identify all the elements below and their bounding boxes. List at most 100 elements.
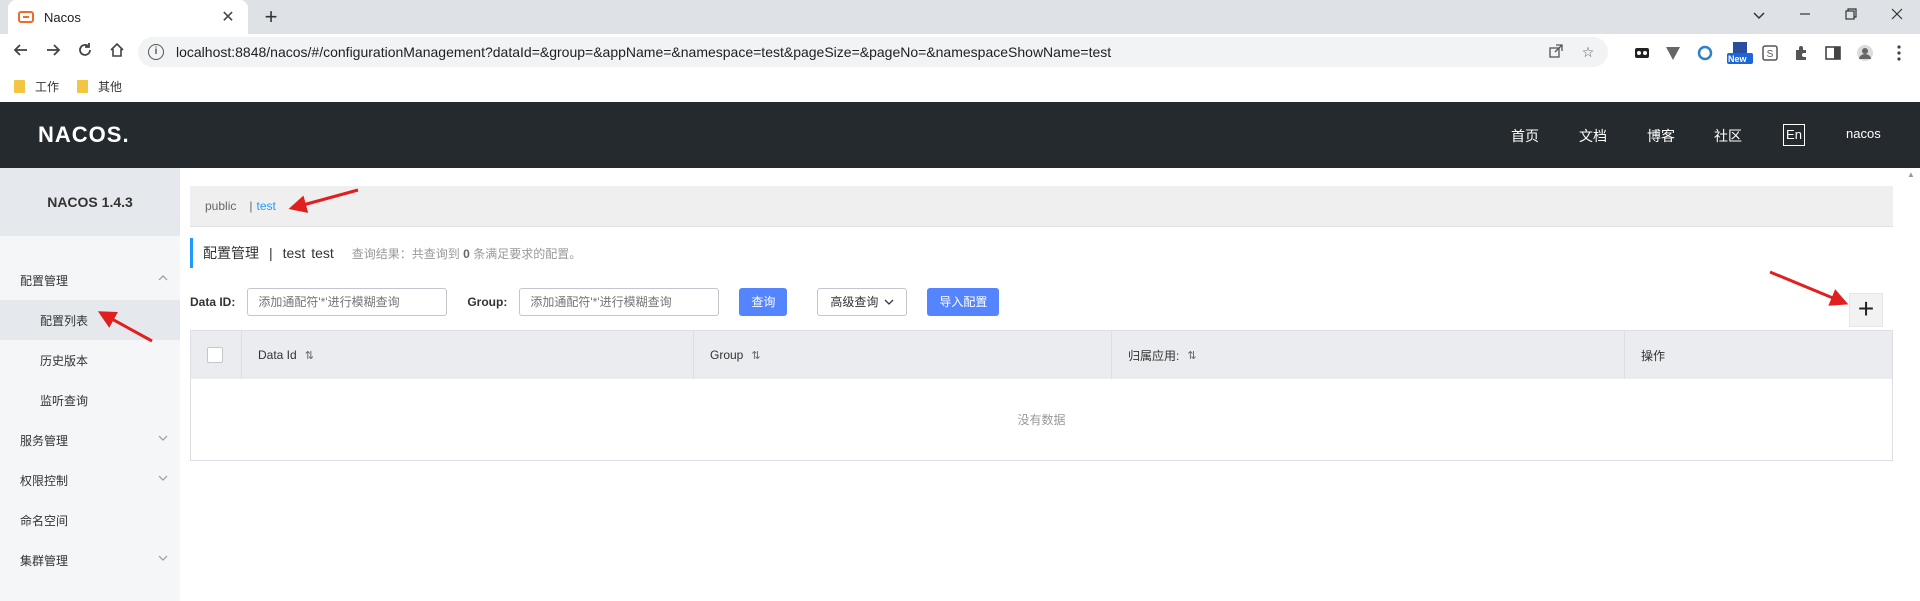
svg-text:S: S (1767, 49, 1774, 60)
column-app[interactable]: 归属应用: ⇅ (1112, 331, 1625, 379)
extension-red-icon[interactable] (1632, 43, 1652, 63)
browser-menu-icon[interactable] (1889, 43, 1909, 63)
page-title-separator: | (269, 245, 273, 261)
nav-home[interactable]: 首页 (1511, 126, 1539, 146)
chevron-up-icon (158, 273, 168, 284)
bookmarks-bar: 工作 其他 (0, 70, 1920, 102)
home-icon[interactable] (104, 40, 130, 64)
new-badge-extension[interactable]: New (1727, 42, 1753, 64)
query-button[interactable]: 查询 (739, 288, 788, 316)
user-menu[interactable]: nacos (1846, 126, 1881, 141)
close-window-icon[interactable] (1874, 0, 1920, 30)
folder-icon (77, 79, 89, 93)
page-title-text: 配置管理 (203, 245, 259, 261)
browser-tab[interactable]: Nacos ✕ (8, 0, 248, 34)
extension-v-icon[interactable] (1663, 43, 1683, 63)
sidebar-item-config-management[interactable]: 配置管理 (0, 260, 180, 300)
namespace-id: test (311, 245, 334, 261)
empty-state: 没有数据 (1017, 413, 1066, 427)
back-icon[interactable] (8, 40, 34, 64)
forward-icon[interactable] (40, 40, 66, 64)
sidebar-item-listener-query[interactable]: 监听查询 (0, 380, 180, 420)
sidebar-item-label: 监听查询 (40, 393, 89, 408)
sidebar-item-label: 服务管理 (20, 433, 69, 448)
select-all-checkbox[interactable] (207, 347, 223, 363)
side-panel-icon[interactable] (1823, 43, 1843, 63)
sidebar-item-permission-control[interactable]: 权限控制 (0, 460, 180, 500)
extension-circle-icon[interactable] (1695, 43, 1715, 63)
query-result-text: 查询结果：共查询到 0 条满足要求的配置。 (352, 245, 581, 262)
result-count: 0 (463, 246, 470, 261)
nav-community[interactable]: 社区 (1714, 126, 1742, 146)
namespace-name: test (282, 245, 306, 261)
sidebar-item-label: 配置列表 (40, 313, 89, 328)
namespace-bar: public | test (190, 186, 1893, 227)
chevron-down-icon (884, 299, 894, 305)
add-config-button[interactable]: + (1849, 293, 1883, 327)
share-icon[interactable] (1544, 43, 1568, 61)
result-prefix: 查询结果：共查询到 (351, 246, 460, 261)
tab-close-icon[interactable]: ✕ (218, 7, 238, 27)
column-group[interactable]: Group ⇅ (694, 331, 1112, 379)
sidebar: NACOS 1.4.3 配置管理 配置列表 历史版本 监听查询 服务管理 权限控… (0, 168, 180, 601)
sidebar-item-label: 命名空间 (20, 513, 69, 528)
group-input[interactable] (519, 288, 720, 316)
result-suffix: 条满足要求的配置。 (473, 246, 582, 261)
nacos-logo[interactable]: NACOS. (38, 122, 130, 148)
sidebar-item-history[interactable]: 历史版本 (0, 340, 180, 380)
s-extension-icon[interactable]: S (1760, 43, 1780, 63)
nav-blog[interactable]: 博客 (1647, 126, 1675, 146)
top-navbar: NACOS. 首页 文档 博客 社区 En nacos (0, 102, 1920, 168)
browser-toolbar: i localhost:8848/nacos/#/configurationMa… (0, 34, 1920, 70)
bookmark-label: 工作 (35, 79, 60, 94)
tab-title: Nacos (44, 9, 81, 25)
filter-bar: Data ID: Group: 查询 高级查询 导入配置 (190, 288, 1000, 316)
sidebar-item-config-list[interactable]: 配置列表 (0, 300, 180, 340)
scrollbar-up-icon[interactable]: ▲ (1907, 170, 1915, 179)
url-text[interactable]: localhost:8848/nacos/#/configurationMana… (176, 44, 1544, 60)
minimize-icon[interactable] (1782, 0, 1828, 30)
dataid-input[interactable] (247, 288, 448, 316)
column-label: Data Id (258, 348, 297, 362)
tab-search-icon[interactable] (1736, 0, 1782, 30)
bookmark-folder-work[interactable]: 工作 (14, 78, 59, 95)
sort-icon[interactable]: ⇅ (1187, 349, 1196, 362)
browser-tab-strip: Nacos ✕ + (0, 0, 1920, 34)
chevron-down-icon (158, 473, 168, 484)
address-bar[interactable]: i localhost:8848/nacos/#/configurationMa… (138, 37, 1608, 67)
config-table: Data Id ⇅ Group ⇅ 归属应用: ⇅ 操作 没有数据 (190, 330, 1893, 461)
advanced-query-button[interactable]: 高级查询 (817, 288, 908, 316)
table-header: Data Id ⇅ Group ⇅ 归属应用: ⇅ 操作 (191, 331, 1892, 379)
language-toggle[interactable]: En (1783, 124, 1805, 146)
sort-icon[interactable]: ⇅ (305, 349, 314, 362)
group-label: Group: (467, 295, 508, 309)
dataid-label: Data ID: (190, 295, 236, 309)
chevron-down-icon (158, 553, 168, 564)
column-data-id[interactable]: Data Id ⇅ (242, 331, 694, 379)
sidebar-item-service-management[interactable]: 服务管理 (0, 420, 180, 460)
nav-docs[interactable]: 文档 (1579, 126, 1607, 146)
bookmark-star-icon[interactable]: ☆ (1576, 44, 1600, 61)
nacos-favicon-icon (18, 9, 34, 25)
namespace-separator: | (249, 199, 253, 213)
sidebar-item-namespace[interactable]: 命名空间 (0, 500, 180, 540)
puzzle-icon[interactable] (1791, 43, 1811, 63)
new-tab-button[interactable]: + (258, 4, 284, 30)
profile-icon[interactable] (1855, 43, 1875, 63)
restore-icon[interactable] (1828, 0, 1874, 30)
folder-icon (14, 79, 25, 93)
column-label: Group (710, 348, 744, 362)
sidebar-item-cluster-management[interactable]: 集群管理 (0, 540, 180, 580)
chevron-down-icon (158, 433, 168, 444)
sidebar-version: NACOS 1.4.3 (0, 168, 180, 236)
site-info-icon[interactable]: i (148, 44, 164, 60)
bookmark-folder-other[interactable]: 其他 (77, 78, 122, 95)
reload-icon[interactable] (72, 40, 98, 64)
page-title: 配置管理 | test test 查询结果：共查询到 0 条满足要求的配置。 (190, 238, 581, 268)
namespace-public[interactable]: public (205, 199, 236, 213)
sidebar-item-label: 配置管理 (20, 273, 69, 288)
namespace-test[interactable]: test (256, 199, 275, 213)
column-label: 归属应用: (1128, 348, 1180, 363)
sort-icon[interactable]: ⇅ (751, 349, 760, 362)
import-config-button[interactable]: 导入配置 (927, 288, 1000, 316)
